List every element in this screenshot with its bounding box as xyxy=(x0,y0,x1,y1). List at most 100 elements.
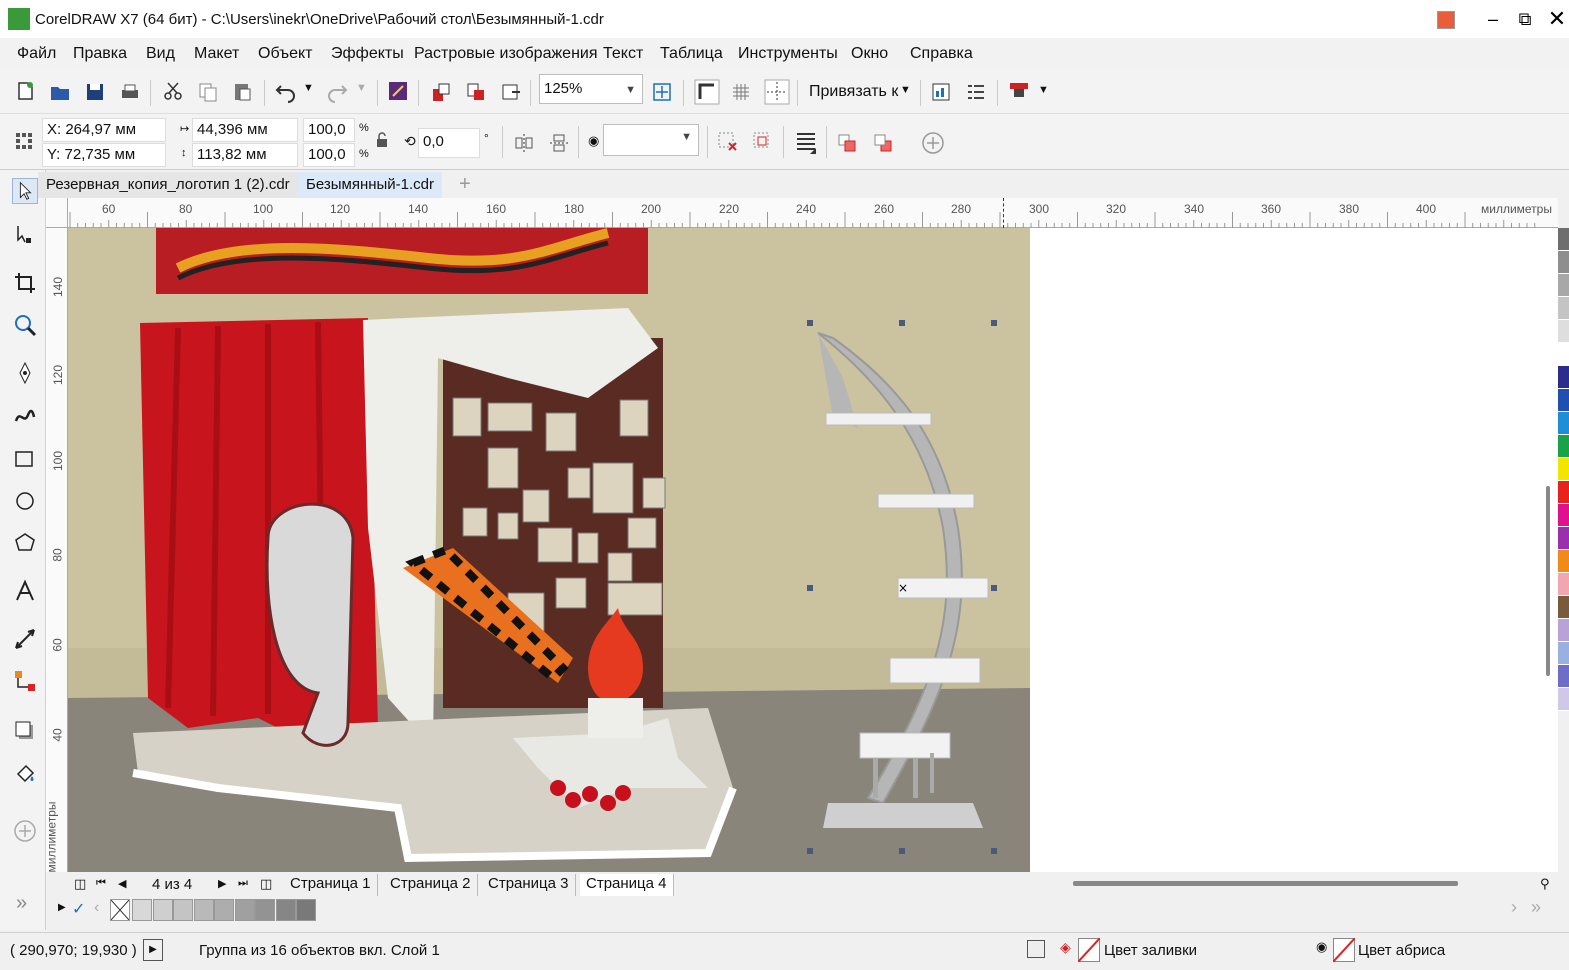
palette-expand-icon[interactable]: » xyxy=(1531,897,1541,918)
palette-color-swatch[interactable] xyxy=(1558,297,1569,320)
add-tool-icon[interactable] xyxy=(12,818,38,844)
options-icon[interactable] xyxy=(930,81,952,103)
add-page-after-icon[interactable]: ◫ xyxy=(260,876,272,892)
page-tab-4[interactable]: Страница 4 xyxy=(580,874,674,896)
palette-color-swatch[interactable] xyxy=(1558,504,1569,527)
mirror-vertical-icon[interactable] xyxy=(548,132,570,154)
new-tab-plus-icon[interactable]: + xyxy=(459,173,471,196)
restore-button[interactable]: ⧉ xyxy=(1510,6,1540,32)
horizontal-ruler[interactable]: 60 80 100 120 140 160 180 200 220 240 26… xyxy=(68,198,1558,228)
artistic-media-icon[interactable] xyxy=(12,403,38,429)
close-button[interactable]: ✕ xyxy=(1542,6,1569,32)
menu-layout[interactable]: Макет xyxy=(194,45,239,63)
first-page-icon[interactable]: ⏮ xyxy=(96,877,106,890)
drawing-canvas[interactable]: × xyxy=(68,228,1558,872)
guidelines-toggle-icon[interactable] xyxy=(764,79,790,105)
zoom-tool-icon[interactable] xyxy=(12,312,38,338)
drop-shadow-tool-icon[interactable] xyxy=(12,718,38,744)
document-color-swatch[interactable] xyxy=(255,899,275,921)
palette-color-swatch[interactable] xyxy=(1558,435,1569,458)
text-tool-icon[interactable] xyxy=(12,578,38,604)
save-icon[interactable] xyxy=(84,81,106,103)
page-tab-3[interactable]: Страница 3 xyxy=(482,874,576,896)
application-launcher-icon[interactable] xyxy=(1008,80,1030,102)
crop-tool-icon[interactable] xyxy=(12,270,38,296)
redo-icon[interactable] xyxy=(326,81,348,103)
undo-icon[interactable] xyxy=(275,81,297,103)
redo-dropdown-icon[interactable]: ▼ xyxy=(356,82,367,94)
ungroup-icon[interactable] xyxy=(716,130,738,152)
full-screen-preview-icon[interactable] xyxy=(651,81,673,103)
menu-bitmaps[interactable]: Растровые изображения xyxy=(414,45,598,63)
page-tab-2[interactable]: Страница 2 xyxy=(384,874,478,896)
open-folder-icon[interactable] xyxy=(49,81,71,103)
menu-help[interactable]: Справка xyxy=(910,45,973,63)
menu-view[interactable]: Вид xyxy=(146,45,175,63)
connector-tool-icon[interactable] xyxy=(12,668,38,694)
rulers-toggle-icon[interactable] xyxy=(694,79,720,105)
tab-backup-logo[interactable]: Резервная_копия_логотип 1 (2).cdr xyxy=(38,172,298,198)
rectangle-tool-icon[interactable] xyxy=(12,446,38,472)
document-color-swatch[interactable] xyxy=(214,899,234,921)
lock-ratio-icon[interactable] xyxy=(375,132,389,148)
menu-tools[interactable]: Инструменты xyxy=(738,45,838,63)
shape-tool-icon[interactable] xyxy=(12,222,38,248)
publish-pdf-icon[interactable] xyxy=(500,81,522,103)
no-color-swatch[interactable] xyxy=(110,899,130,921)
undo-dropdown-icon[interactable]: ▼ xyxy=(303,82,314,94)
to-front-icon[interactable] xyxy=(836,132,858,154)
horizontal-scrollbar-thumb[interactable] xyxy=(1073,881,1458,886)
menu-text[interactable]: Текст xyxy=(603,45,643,63)
palette-color-swatch[interactable] xyxy=(1558,458,1569,481)
object-height-field[interactable]: 113,82 мм xyxy=(192,143,298,167)
mirror-horizontal-icon[interactable] xyxy=(513,132,535,154)
scale-height-field[interactable]: 100,0 xyxy=(303,143,355,167)
minimize-button[interactable]: – xyxy=(1478,6,1508,32)
object-manager-icon[interactable] xyxy=(965,81,987,103)
y-position-field[interactable]: Y: 72,735 мм xyxy=(42,143,166,167)
wrap-text-icon[interactable] xyxy=(794,130,818,156)
previous-page-icon[interactable]: ◀ xyxy=(118,877,126,890)
palette-color-swatch[interactable] xyxy=(1558,274,1569,297)
new-document-icon[interactable] xyxy=(14,80,36,102)
menu-edit[interactable]: Правка xyxy=(73,45,127,63)
palette-color-swatch[interactable] xyxy=(1558,665,1569,688)
palette-color-swatch[interactable] xyxy=(1558,642,1569,665)
palette-color-swatch[interactable] xyxy=(1558,251,1569,274)
pick-tool-icon[interactable] xyxy=(12,178,38,204)
palette-menu-icon[interactable]: ▶ xyxy=(58,902,66,913)
vertical-scrollbar-thumb[interactable] xyxy=(1546,486,1550,676)
launcher-dropdown-icon[interactable]: ▼ xyxy=(1038,84,1049,96)
no-fill-swatch[interactable] xyxy=(1078,938,1100,962)
snap-dropdown-chevron-icon[interactable]: ▼ xyxy=(900,84,911,96)
dimension-tool-icon[interactable] xyxy=(12,626,38,652)
document-color-swatch[interactable] xyxy=(234,899,255,921)
palette-color-swatch[interactable] xyxy=(1558,550,1569,573)
zoom-navigator-icon[interactable]: ⚲ xyxy=(1540,876,1550,892)
status-expand-icon[interactable]: ▶ xyxy=(143,939,163,961)
palette-color-swatch[interactable] xyxy=(1558,527,1569,550)
page-tab-1[interactable]: Страница 1 xyxy=(284,874,378,896)
palette-scroll-left-icon[interactable]: ‹ xyxy=(94,899,99,917)
menu-object[interactable]: Объект xyxy=(258,45,312,63)
rotation-angle-field[interactable]: 0,0 xyxy=(418,128,480,158)
copy-icon[interactable] xyxy=(197,81,219,103)
palette-color-swatch[interactable] xyxy=(1558,366,1569,389)
ruler-corner[interactable] xyxy=(46,198,68,228)
outline-width-dropdown[interactable]: ▼ xyxy=(603,124,699,156)
palette-color-swatch[interactable] xyxy=(1558,228,1569,251)
print-icon[interactable] xyxy=(119,81,141,103)
menu-window[interactable]: Окно xyxy=(851,45,888,63)
document-color-swatch[interactable] xyxy=(296,899,316,921)
cut-icon[interactable] xyxy=(162,80,184,102)
paste-icon[interactable] xyxy=(231,80,253,102)
corel-connect-icon[interactable] xyxy=(387,80,409,102)
expand-toolbox-icon[interactable]: » xyxy=(16,892,27,915)
scale-width-field[interactable]: 100,0 xyxy=(303,118,355,142)
menu-effects[interactable]: Эффекты xyxy=(331,45,404,63)
zoom-level-dropdown[interactable]: 125% ▼ xyxy=(539,74,643,104)
menu-file[interactable]: Файл xyxy=(17,45,56,63)
document-color-swatch[interactable] xyxy=(132,899,152,921)
to-back-icon[interactable] xyxy=(872,132,894,154)
user-icon[interactable] xyxy=(1437,11,1455,29)
